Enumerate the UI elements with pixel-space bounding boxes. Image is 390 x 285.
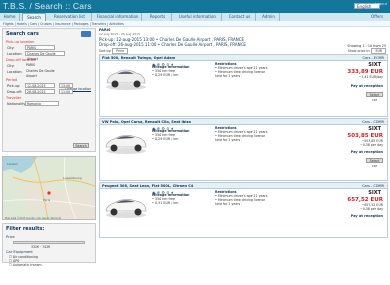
currency-label: Show price in: bbox=[347, 49, 371, 53]
car-icon bbox=[81, 31, 91, 37]
car-image bbox=[106, 69, 146, 90]
show-price-in: Show price in: EUR bbox=[347, 48, 386, 54]
car-category: Cars - ECMR bbox=[362, 56, 384, 60]
car-price: 333,89 EUR ~1,41 EUR/day bbox=[347, 69, 383, 79]
dropoff-city-value: PARIS bbox=[26, 63, 36, 67]
car-image bbox=[105, 199, 147, 218]
search-panel: Search cars Pick-up location City: PARIS… bbox=[2, 28, 96, 152]
pickup-date-input[interactable]: 12-08-2015 bbox=[25, 83, 55, 88]
tab-reports[interactable]: Reports bbox=[144, 13, 172, 21]
filter-title: Filter results: bbox=[6, 226, 45, 232]
pay-at-reception: Pay at reception bbox=[350, 214, 383, 218]
city-label: City: bbox=[7, 64, 15, 68]
car-price: 503,85 EUR ~503,85 EUR ~0.38 per day bbox=[347, 133, 383, 147]
main-nav: Home Search Reservation list Financial i… bbox=[0, 13, 390, 21]
location-label: Location: bbox=[7, 70, 23, 74]
results-column: PARIS 12 aug 2015 - 26 aug 2015 Pick-up:… bbox=[99, 28, 388, 239]
filter-auto-label: Automatic transm. bbox=[12, 263, 43, 267]
dropoff-location-row: Location: Charles De Gaulle Airport bbox=[3, 69, 95, 78]
dropoff-time-select[interactable]: 11:00 bbox=[59, 89, 73, 94]
restrictions: Restrictions • Minimum driver's age 21 y… bbox=[215, 126, 285, 142]
logout-link[interactable]: Logout bbox=[375, 2, 387, 6]
tab-home[interactable]: Home bbox=[0, 13, 20, 21]
summary-dates: 12 aug 2015 - 26 aug 2015 bbox=[99, 32, 140, 36]
nationality-row: Nationality: Romania bbox=[3, 101, 95, 107]
mileage-info: Mileage information • 350 km free • 0,29… bbox=[152, 129, 197, 141]
car-title: VW Polo, Opel Corsa, Renault Clio, Seat … bbox=[100, 119, 387, 125]
car-title-text: Peugeot 308, Seat Leon, Fiat 500L, Citro… bbox=[102, 184, 194, 188]
restriction-license-years: held for 1 years bbox=[215, 138, 241, 142]
pickup-location-select[interactable]: Charles De Gaulle Airport bbox=[25, 51, 65, 61]
svg-text:London: London bbox=[7, 162, 18, 166]
pay-at-reception: Pay at reception bbox=[350, 150, 383, 154]
supplier-logo: SIXT bbox=[368, 126, 381, 132]
restriction-license-years: held for 1 years bbox=[215, 74, 241, 78]
sort-label: Sort by: bbox=[99, 49, 112, 53]
mileage-rate: • 0,29 EUR / km bbox=[152, 137, 179, 141]
filter-auto[interactable]: ☐ Automatic transm. bbox=[3, 263, 95, 267]
offers-link[interactable]: Offers bbox=[366, 13, 388, 21]
left-column: Search cars Pick-up location City: PARIS… bbox=[2, 28, 96, 267]
car-image bbox=[105, 135, 147, 154]
tab-reservation-list[interactable]: Reservation list bbox=[48, 13, 92, 21]
car-category: Cars - CDMR bbox=[362, 184, 384, 188]
car-result: VW Polo, Opel Corsa, Renault Clio, Seat … bbox=[99, 118, 388, 181]
mileage-rate: • 0,31 EUR / km bbox=[152, 201, 179, 205]
price-per-day: ~1,41 EUR/day bbox=[358, 75, 383, 79]
pay-at-reception: Pay at reception bbox=[350, 84, 383, 88]
tab-search[interactable]: Search bbox=[22, 13, 46, 21]
app-logo: T.B.S. / Search :: Cars bbox=[3, 1, 92, 11]
tab-useful-information[interactable]: Useful information bbox=[174, 13, 222, 21]
select-car-button[interactable]: Select car bbox=[366, 92, 383, 102]
car-title-text: VW Polo, Opel Corsa, Renault Clio, Seat … bbox=[102, 120, 191, 124]
mileage-info: Mileage information • 350 km free • 0,29… bbox=[152, 65, 197, 77]
car-title: Peugeot 308, Seat Leon, Fiat 500L, Citro… bbox=[100, 183, 387, 189]
svg-text:Luxembourg: Luxembourg bbox=[63, 176, 82, 180]
car-price: 657,52 EUR ~657,52 EUR ~0.38 per day bbox=[347, 197, 383, 211]
tab-financial-information[interactable]: Financial information bbox=[94, 13, 142, 21]
restrictions: Restrictions • Minimum driver's age 21 y… bbox=[215, 62, 285, 78]
sort-by: Sort by: Price bbox=[99, 48, 129, 54]
location-map[interactable]: London Paris Luxembourg Map data ©2015 G… bbox=[2, 156, 96, 220]
dropoff-date-input[interactable]: 26-08-2015 bbox=[25, 89, 55, 94]
car-result: Peugeot 308, Seat Leon, Fiat 500L, Citro… bbox=[99, 182, 388, 238]
restriction-license-years: held for 1 years bbox=[215, 202, 241, 206]
car-category: Cars - CDMR bbox=[362, 120, 384, 124]
select-car-button[interactable]: Select car bbox=[366, 158, 383, 168]
car-result: Fiat 500, Renault Twingo, Opel Adam Cars … bbox=[99, 54, 388, 117]
svg-text:Map data ©2015 Google, Inst. G: Map data ©2015 Google, Inst. Geogr. Naci… bbox=[5, 217, 61, 220]
price-label: Price bbox=[6, 235, 15, 239]
svg-text:Paris: Paris bbox=[43, 198, 51, 202]
filter-panel: Filter results: Price 332€ · 742€ Car Eq… bbox=[2, 223, 96, 267]
search-button[interactable]: Search bbox=[73, 143, 89, 148]
location-label: Location: bbox=[7, 52, 23, 56]
mileage-rate: • 0,29 EUR / km bbox=[152, 73, 179, 77]
dropoff-location-value: Charles De Gaulle Airport bbox=[26, 69, 55, 78]
pickup-location-row: Location: Charles De Gaulle Airport bbox=[3, 51, 95, 61]
price-slider[interactable] bbox=[13, 241, 85, 244]
tab-contact-us[interactable]: Contact us bbox=[224, 13, 256, 21]
pickup-city-input[interactable]: PARIS bbox=[25, 45, 55, 50]
map-graphic: London Paris Luxembourg Map data ©2015 G… bbox=[3, 157, 95, 220]
tab-admin[interactable]: Admin bbox=[258, 13, 280, 21]
supplier-logo: SIXT bbox=[368, 190, 381, 196]
price-note: ~0.38 per day bbox=[360, 207, 383, 211]
dropoff-date-row: Drop-off: 26-08-2015 11:00 bbox=[3, 89, 95, 95]
nationality-select[interactable]: Romania bbox=[25, 101, 59, 106]
car-title-text: Fiat 500, Renault Twingo, Opel Adam bbox=[102, 56, 176, 60]
summary-dropoff: Drop-off: 26-aug-2015 11:00 • Charles De… bbox=[99, 42, 246, 47]
app-header: T.B.S. / Search :: Cars English bbox=[0, 0, 390, 13]
nationality-label: Nationality: bbox=[7, 102, 27, 106]
pickup-time-select[interactable]: 13:00 bbox=[59, 83, 73, 88]
search-summary: PARIS 12 aug 2015 - 26 aug 2015 Pick-up:… bbox=[99, 28, 388, 54]
city-label: City: bbox=[7, 46, 15, 50]
product-subnav[interactable]: Flights | Hotels | Cars | Cruises | Insu… bbox=[0, 21, 390, 27]
price-note: ~0.38 per day bbox=[360, 143, 383, 147]
pickup-date-label: Pick-up: bbox=[7, 84, 21, 88]
restrictions: Restrictions • Minimum driver's age 21 y… bbox=[215, 190, 285, 206]
supplier-logo: SIXT bbox=[368, 62, 381, 68]
dropoff-date-label: Drop-off: bbox=[7, 90, 22, 94]
car-title: Fiat 500, Renault Twingo, Opel Adam Cars … bbox=[100, 55, 387, 61]
mileage-info: Mileage information • 350 km free • 0,31… bbox=[152, 193, 197, 205]
